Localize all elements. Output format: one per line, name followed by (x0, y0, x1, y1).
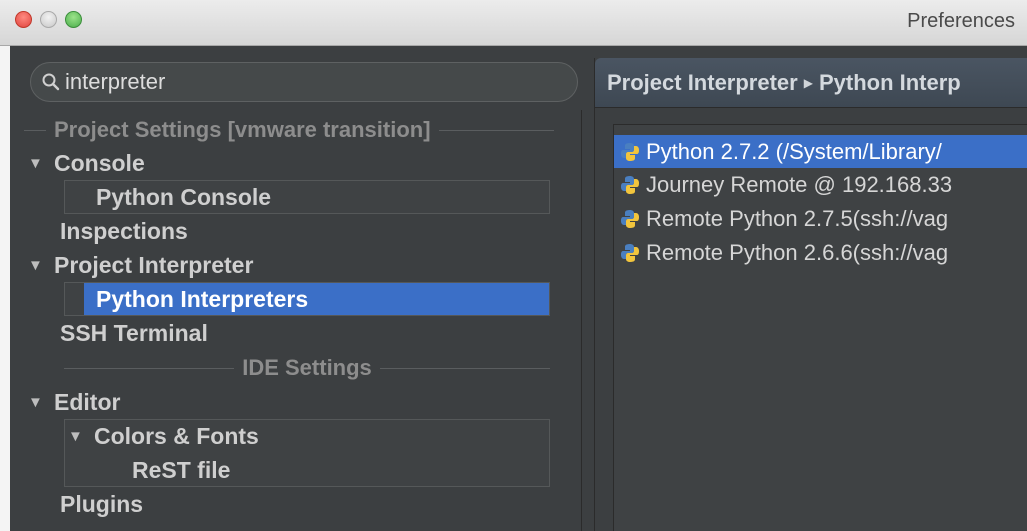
project-settings-header-label: Project Settings [vmware transition] (54, 117, 431, 142)
ide-settings-header: IDE Settings (64, 353, 551, 383)
tree-item-python-console[interactable]: Python Console (96, 181, 271, 213)
python-icon (621, 142, 639, 161)
python-icon (621, 175, 639, 194)
interpreter-row[interactable]: Python 2.7.2 (/System/Library/ (614, 135, 1027, 168)
settings-content-panel: Project Interpreter ▶ Python Interp Pyth… (594, 58, 1027, 531)
search-input[interactable] (65, 68, 565, 96)
interpreter-row-label: Remote Python 2.6.6(ssh://vag (646, 239, 949, 265)
tree-item-python-console-label: Python Console (96, 183, 272, 210)
tree-item-plugins-label: Plugins (60, 490, 144, 517)
preferences-window: Preferences Project Settings [vmware tra… (0, 0, 1027, 531)
tree-item-python-interpreters-label: Python Interpreters (96, 285, 309, 312)
breadcrumb-item-python-interpreters[interactable]: Python Interp (819, 70, 961, 96)
window-title: Preferences (907, 10, 1015, 32)
interpreter-row-label: Python 2.7.2 (/System/Library/ (646, 138, 942, 164)
tree-item-editor[interactable]: ▼ Editor (28, 386, 120, 418)
expanded-caret-icon[interactable]: ▼ (28, 394, 54, 411)
tree-item-console-label: Console (54, 149, 145, 176)
minimize-window-button[interactable] (40, 11, 57, 28)
tree-item-console[interactable]: ▼ Console (28, 147, 145, 179)
tree-item-rest-file-label: ReST file (132, 456, 231, 483)
tree-item-plugins[interactable]: Plugins (60, 488, 143, 520)
tree-item-colors-fonts[interactable]: ▼ Colors & Fonts (68, 420, 259, 452)
interpreter-list[interactable]: Python 2.7.2 (/System/Library/ Journey R… (613, 124, 1027, 531)
tree-item-inspections[interactable]: Inspections (60, 215, 188, 247)
interpreter-row[interactable]: Journey Remote @ 192.168.33 (614, 168, 1027, 201)
expanded-caret-icon[interactable]: ▼ (28, 155, 54, 172)
tree-item-project-interpreter-label: Project Interpreter (54, 251, 254, 278)
interpreter-row[interactable]: Remote Python 2.7.5(ssh://vag (614, 202, 1027, 235)
settings-search[interactable] (30, 62, 578, 102)
expanded-caret-icon[interactable]: ▼ (68, 428, 94, 445)
python-icon (621, 209, 639, 228)
project-settings-header: Project Settings [vmware transition] (24, 115, 554, 145)
zoom-window-button[interactable] (65, 11, 82, 28)
tree-item-ssh-terminal-label: SSH Terminal (60, 319, 208, 346)
ide-settings-header-label: IDE Settings (242, 355, 372, 380)
tree-item-project-interpreter[interactable]: ▼ Project Interpreter (28, 249, 253, 281)
search-icon (42, 73, 60, 91)
breadcrumb: Project Interpreter ▶ Python Interp (595, 58, 1027, 108)
tree-item-rest-file[interactable]: ReST file (132, 454, 230, 486)
python-icon (621, 243, 639, 262)
window-edge (0, 0, 10, 531)
breadcrumb-arrow-icon: ▶ (803, 75, 813, 90)
settings-tree: Project Settings [vmware transition] ▼ C… (10, 110, 582, 531)
interpreter-row[interactable]: Remote Python 2.6.6(ssh://vag (614, 236, 1027, 269)
title-bar: Preferences (0, 0, 1027, 46)
breadcrumb-item-project-interpreter[interactable]: Project Interpreter (607, 70, 798, 96)
tree-item-python-interpreters[interactable]: Python Interpreters (96, 283, 308, 315)
tree-item-inspections-label: Inspections (60, 217, 188, 244)
close-window-button[interactable] (15, 11, 32, 28)
tree-item-ssh-terminal[interactable]: SSH Terminal (60, 317, 208, 349)
interpreter-row-label: Journey Remote @ 192.168.33 (646, 171, 953, 197)
tree-item-colors-fonts-label: Colors & Fonts (94, 422, 259, 449)
expanded-caret-icon[interactable]: ▼ (28, 257, 54, 274)
interpreter-row-label: Remote Python 2.7.5(ssh://vag (646, 205, 949, 231)
tree-item-editor-label: Editor (54, 388, 121, 415)
